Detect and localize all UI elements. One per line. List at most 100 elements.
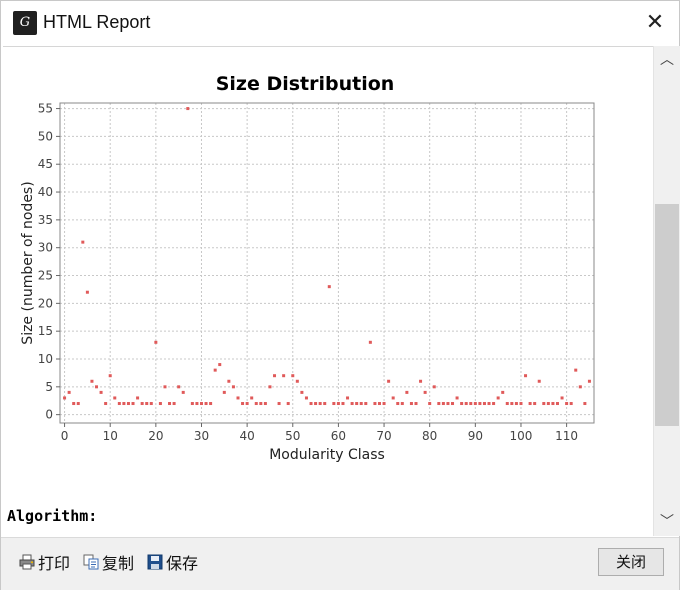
print-button[interactable]: 打印 — [19, 550, 70, 574]
data-point — [510, 402, 514, 406]
data-point — [405, 390, 409, 394]
data-point — [341, 402, 345, 406]
data-point — [414, 402, 418, 406]
copy-button[interactable]: 复制 — [83, 550, 134, 574]
data-point — [85, 290, 89, 294]
vertical-scrollbar[interactable]: ︿ ﹀ — [653, 46, 680, 536]
y-tick-label: 20 — [38, 296, 53, 310]
scroll-up-icon[interactable]: ︿ — [654, 48, 680, 72]
data-point — [377, 402, 381, 406]
data-point — [172, 402, 176, 406]
data-point — [428, 402, 432, 406]
data-point — [222, 390, 226, 394]
data-point — [441, 402, 445, 406]
data-point — [117, 402, 121, 406]
data-point — [113, 396, 117, 400]
x-tick-label: 10 — [103, 429, 118, 443]
data-point — [181, 390, 185, 394]
data-point — [569, 402, 573, 406]
scroll-thumb[interactable] — [655, 204, 679, 426]
data-point — [177, 385, 181, 389]
report-window: G HTML Report ✕ Size Distribution 0 10 20 3… — [0, 0, 680, 590]
data-point — [286, 402, 290, 406]
y-axis-label: Size (number of nodes) — [20, 181, 36, 344]
x-tick-label: 50 — [285, 429, 300, 443]
print-label: 打印 — [38, 554, 71, 573]
save-button[interactable]: 保存 — [147, 550, 198, 574]
data-point — [373, 402, 377, 406]
data-point — [104, 402, 108, 406]
data-point — [473, 402, 477, 406]
data-point — [273, 374, 277, 378]
data-point — [122, 402, 126, 406]
data-point — [519, 402, 523, 406]
data-point — [350, 402, 354, 406]
y-tick-label: 5 — [45, 380, 53, 394]
y-tick-label: 40 — [38, 185, 53, 199]
data-point — [154, 340, 158, 344]
close-icon[interactable]: ✕ — [643, 11, 667, 35]
y-tick-label: 45 — [38, 157, 53, 171]
data-point — [514, 402, 518, 406]
y-tick-label: 55 — [38, 102, 53, 116]
data-point — [546, 402, 550, 406]
size-distribution-chart: Size Distribution 0 10 20 30 40 50 60 70 80 90 100… — [20, 73, 595, 463]
data-point — [460, 402, 464, 406]
data-point — [268, 385, 272, 389]
data-points — [63, 107, 591, 406]
data-point — [482, 402, 486, 406]
data-point — [364, 402, 368, 406]
y-tick-label: 50 — [38, 129, 53, 143]
data-point — [190, 402, 194, 406]
data-point — [551, 402, 555, 406]
data-point — [168, 402, 172, 406]
data-point — [583, 402, 587, 406]
report-content: Size Distribution 0 10 20 30 40 50 60 70 80 90 100… — [3, 46, 653, 537]
data-point — [318, 402, 322, 406]
data-point — [241, 402, 245, 406]
data-point — [90, 379, 94, 383]
data-point — [254, 402, 258, 406]
grid-lines — [60, 103, 594, 423]
x-tick-label: 30 — [194, 429, 209, 443]
data-point — [259, 402, 263, 406]
x-tick-label: 20 — [148, 429, 163, 443]
x-tick-label: 70 — [376, 429, 391, 443]
bottom-toolbar: 打印 复制 保存 关闭 — [1, 537, 679, 590]
data-point — [204, 402, 208, 406]
floppy-disk-icon — [147, 554, 163, 570]
data-point — [496, 396, 500, 400]
data-point — [323, 402, 327, 406]
data-point — [332, 402, 336, 406]
data-point — [145, 402, 149, 406]
scroll-down-icon[interactable]: ﹀ — [654, 510, 680, 534]
close-button[interactable]: 关闭 — [598, 548, 664, 576]
data-point — [163, 385, 167, 389]
data-point — [533, 402, 537, 406]
data-point — [300, 390, 304, 394]
data-point — [236, 396, 240, 400]
data-point — [469, 402, 473, 406]
data-point — [478, 402, 482, 406]
data-point — [409, 402, 413, 406]
y-tick-label: 10 — [38, 352, 53, 366]
x-tick-label: 80 — [422, 429, 437, 443]
x-axis-label: Modularity Class — [269, 447, 385, 463]
data-point — [464, 402, 468, 406]
y-tick-label: 35 — [38, 213, 53, 227]
save-label: 保存 — [166, 554, 199, 573]
data-point — [304, 396, 308, 400]
data-point — [359, 402, 363, 406]
title-bar: G HTML Report ✕ — [1, 1, 679, 45]
data-point — [396, 402, 400, 406]
data-point — [346, 396, 350, 400]
data-point — [578, 385, 582, 389]
x-tick-label: 60 — [331, 429, 346, 443]
data-point — [336, 402, 340, 406]
data-point — [368, 340, 372, 344]
data-point — [524, 374, 528, 378]
x-tick-label: 0 — [61, 429, 69, 443]
data-point — [560, 396, 564, 400]
data-point — [387, 379, 391, 383]
data-point — [99, 390, 103, 394]
